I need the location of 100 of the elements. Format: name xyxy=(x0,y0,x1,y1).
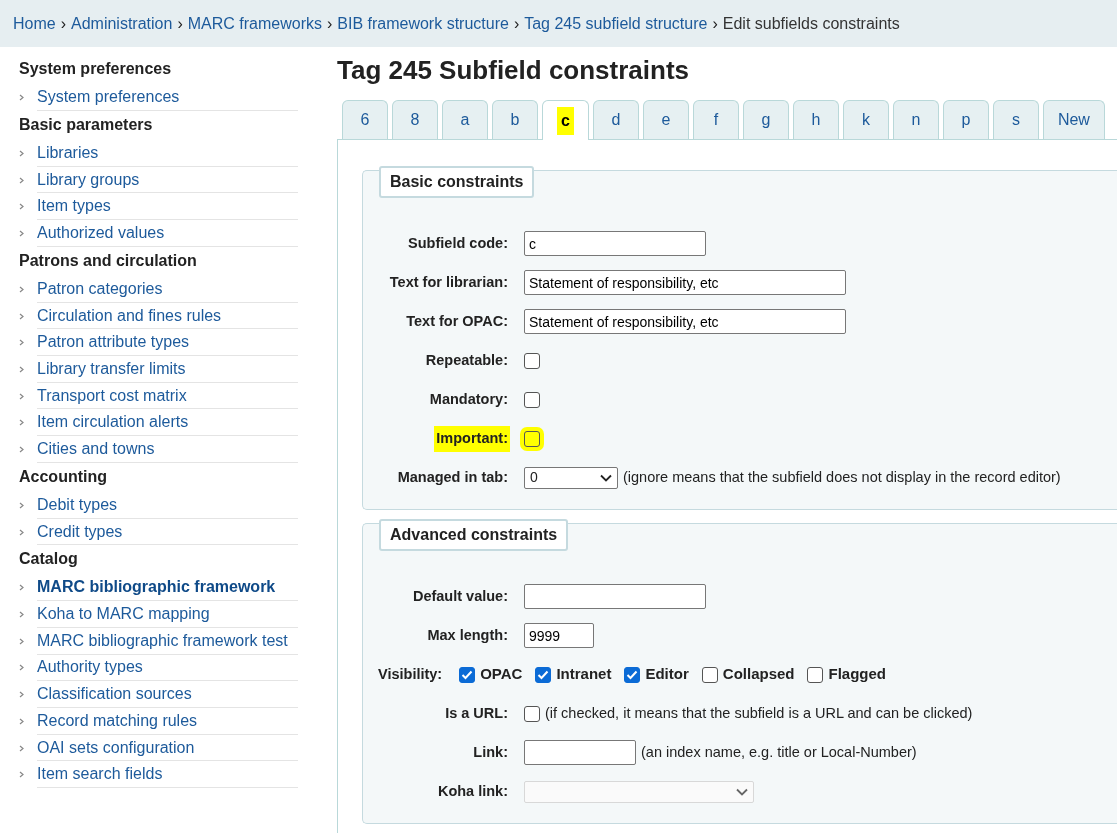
chevron-icon xyxy=(19,176,24,184)
text-field[interactable]: 9999 xyxy=(524,623,594,649)
tab[interactable]: 6 xyxy=(342,100,388,140)
checkbox[interactable] xyxy=(701,666,718,683)
tab[interactable]: g xyxy=(742,100,789,140)
breadcrumb-link[interactable]: MARC frameworks xyxy=(187,11,322,36)
page-title: Tag 245 Subfield constraints xyxy=(337,55,691,87)
chevron-icon xyxy=(19,339,24,347)
chevron-icon xyxy=(19,203,24,211)
tab[interactable]: e xyxy=(642,100,689,140)
fieldset-legend: Basic constraints xyxy=(379,166,535,199)
field-label: Important: xyxy=(434,425,510,452)
sidebar-link[interactable]: Cities and towns xyxy=(37,436,298,463)
chevron-icon xyxy=(19,365,24,373)
sidebar-link[interactable]: Credit types xyxy=(37,518,298,546)
chevron-icon xyxy=(19,664,24,672)
sidebar-link[interactable]: Item circulation alerts xyxy=(37,409,298,437)
sidebar-link[interactable]: Item search fields xyxy=(37,761,298,789)
checkbox-label: Collapsed xyxy=(722,664,795,685)
checkbox[interactable] xyxy=(524,352,540,369)
chevron-icon xyxy=(19,229,24,237)
dropdown[interactable]: 0 xyxy=(524,466,618,489)
tab[interactable]: p xyxy=(942,100,989,140)
checkbox[interactable] xyxy=(807,666,824,683)
sidebar-link[interactable]: Authorized values xyxy=(37,220,298,247)
tab[interactable]: a xyxy=(442,100,488,140)
text-field[interactable]: Statement of responsibility, etc xyxy=(524,270,846,296)
sidebar-link[interactable]: Libraries xyxy=(37,140,298,167)
sidebar-link[interactable]: System preferences xyxy=(37,84,298,111)
chevron-icon xyxy=(19,312,24,320)
chevron-icon xyxy=(19,285,24,293)
checkbox[interactable] xyxy=(624,666,641,683)
sidebar-link[interactable]: Koha to MARC mapping xyxy=(37,601,298,628)
checkbox[interactable] xyxy=(535,666,552,683)
sidebar-link[interactable]: Library transfer limits xyxy=(37,356,298,383)
sidebar-link[interactable]: Authority types xyxy=(37,654,298,682)
tab[interactable]: k xyxy=(842,100,889,140)
help-text: (if checked, it means that the subfield is a URL and can be clicked) xyxy=(545,703,973,723)
caret-icon xyxy=(600,473,612,482)
breadcrumb-link[interactable]: Tag 245 subfield structure xyxy=(524,11,708,36)
sidebar-link[interactable]: Classification sources xyxy=(37,681,298,708)
tab[interactable]: c xyxy=(542,100,589,141)
chevron-icon xyxy=(19,528,24,536)
checkbox[interactable] xyxy=(524,391,540,408)
sidebar-link[interactable]: Transport cost matrix xyxy=(37,382,298,410)
fieldset-legend: Advanced constraints xyxy=(379,519,569,552)
sidebar-link[interactable]: MARC bibliographic framework xyxy=(37,574,298,602)
text-field[interactable] xyxy=(524,740,636,766)
text-field[interactable]: c xyxy=(524,231,706,257)
sidebar-link[interactable]: Circulation and fines rules xyxy=(37,302,298,330)
sidebar-link[interactable]: Patron attribute types xyxy=(37,329,298,357)
sidebar-link[interactable]: Debit types xyxy=(37,492,298,519)
breadcrumb-link[interactable]: BIB framework structure xyxy=(337,11,509,36)
chevron-icon xyxy=(19,717,24,725)
sidebar-heading: Basic parameters xyxy=(19,114,154,135)
breadcrumb-separator: › xyxy=(177,13,183,34)
chevron-icon xyxy=(19,501,24,509)
field-label: Repeatable: xyxy=(424,350,509,370)
field-label: Link: xyxy=(472,742,509,762)
breadcrumb-separator: › xyxy=(326,13,333,34)
tab[interactable]: n xyxy=(892,100,939,140)
chevron-icon xyxy=(19,94,24,102)
tab[interactable]: b xyxy=(492,100,538,140)
sidebar-heading: System preferences xyxy=(19,59,173,79)
field-label: Text for OPAC: xyxy=(405,311,509,331)
tab[interactable]: d xyxy=(592,100,639,140)
sidebar-link[interactable]: MARC bibliographic framework test xyxy=(37,627,298,655)
sidebar-link[interactable]: Library groups xyxy=(37,166,298,194)
breadcrumb-separator: › xyxy=(513,13,520,34)
text-field[interactable]: Statement of responsibility, etc xyxy=(524,309,846,335)
sidebar-link[interactable]: Record matching rules xyxy=(37,708,298,735)
chevron-icon xyxy=(19,611,24,619)
tab[interactable]: f xyxy=(692,100,739,140)
breadcrumb-current: Edit subfields constraints xyxy=(722,13,900,34)
sidebar-link[interactable]: Item types xyxy=(37,193,298,221)
checkbox[interactable] xyxy=(524,705,540,722)
field-label: Koha link: xyxy=(436,781,509,801)
chevron-icon xyxy=(19,771,24,779)
field-label: Managed in tab: xyxy=(396,467,509,487)
tab[interactable]: h xyxy=(792,100,839,140)
help-text: (an index name, e.g. title or Local-Number) xyxy=(641,742,917,762)
breadcrumb-link[interactable]: Administration xyxy=(71,11,173,36)
checkbox-label: Editor xyxy=(645,664,689,685)
tab[interactable]: 8 xyxy=(392,100,438,140)
field-label: Max length: xyxy=(426,625,509,645)
breadcrumb-link[interactable]: Home xyxy=(13,11,56,36)
field-label: Is a URL: xyxy=(444,703,509,723)
checkbox[interactable] xyxy=(459,666,476,683)
sidebar-link[interactable]: Patron categories xyxy=(37,276,298,303)
tab[interactable]: New xyxy=(1042,100,1105,140)
chevron-icon xyxy=(19,584,24,592)
tab[interactable]: s xyxy=(992,100,1039,140)
sidebar-link[interactable]: OAI sets configuration xyxy=(37,734,298,762)
field-label: Mandatory: xyxy=(428,389,509,409)
text-field[interactable] xyxy=(524,584,706,610)
chevron-icon xyxy=(19,445,24,453)
checkbox-label: OPAC xyxy=(480,664,523,685)
chevron-icon xyxy=(19,419,24,427)
field-label: Visibility: xyxy=(378,664,443,684)
sidebar-heading: Catalog xyxy=(19,549,79,570)
